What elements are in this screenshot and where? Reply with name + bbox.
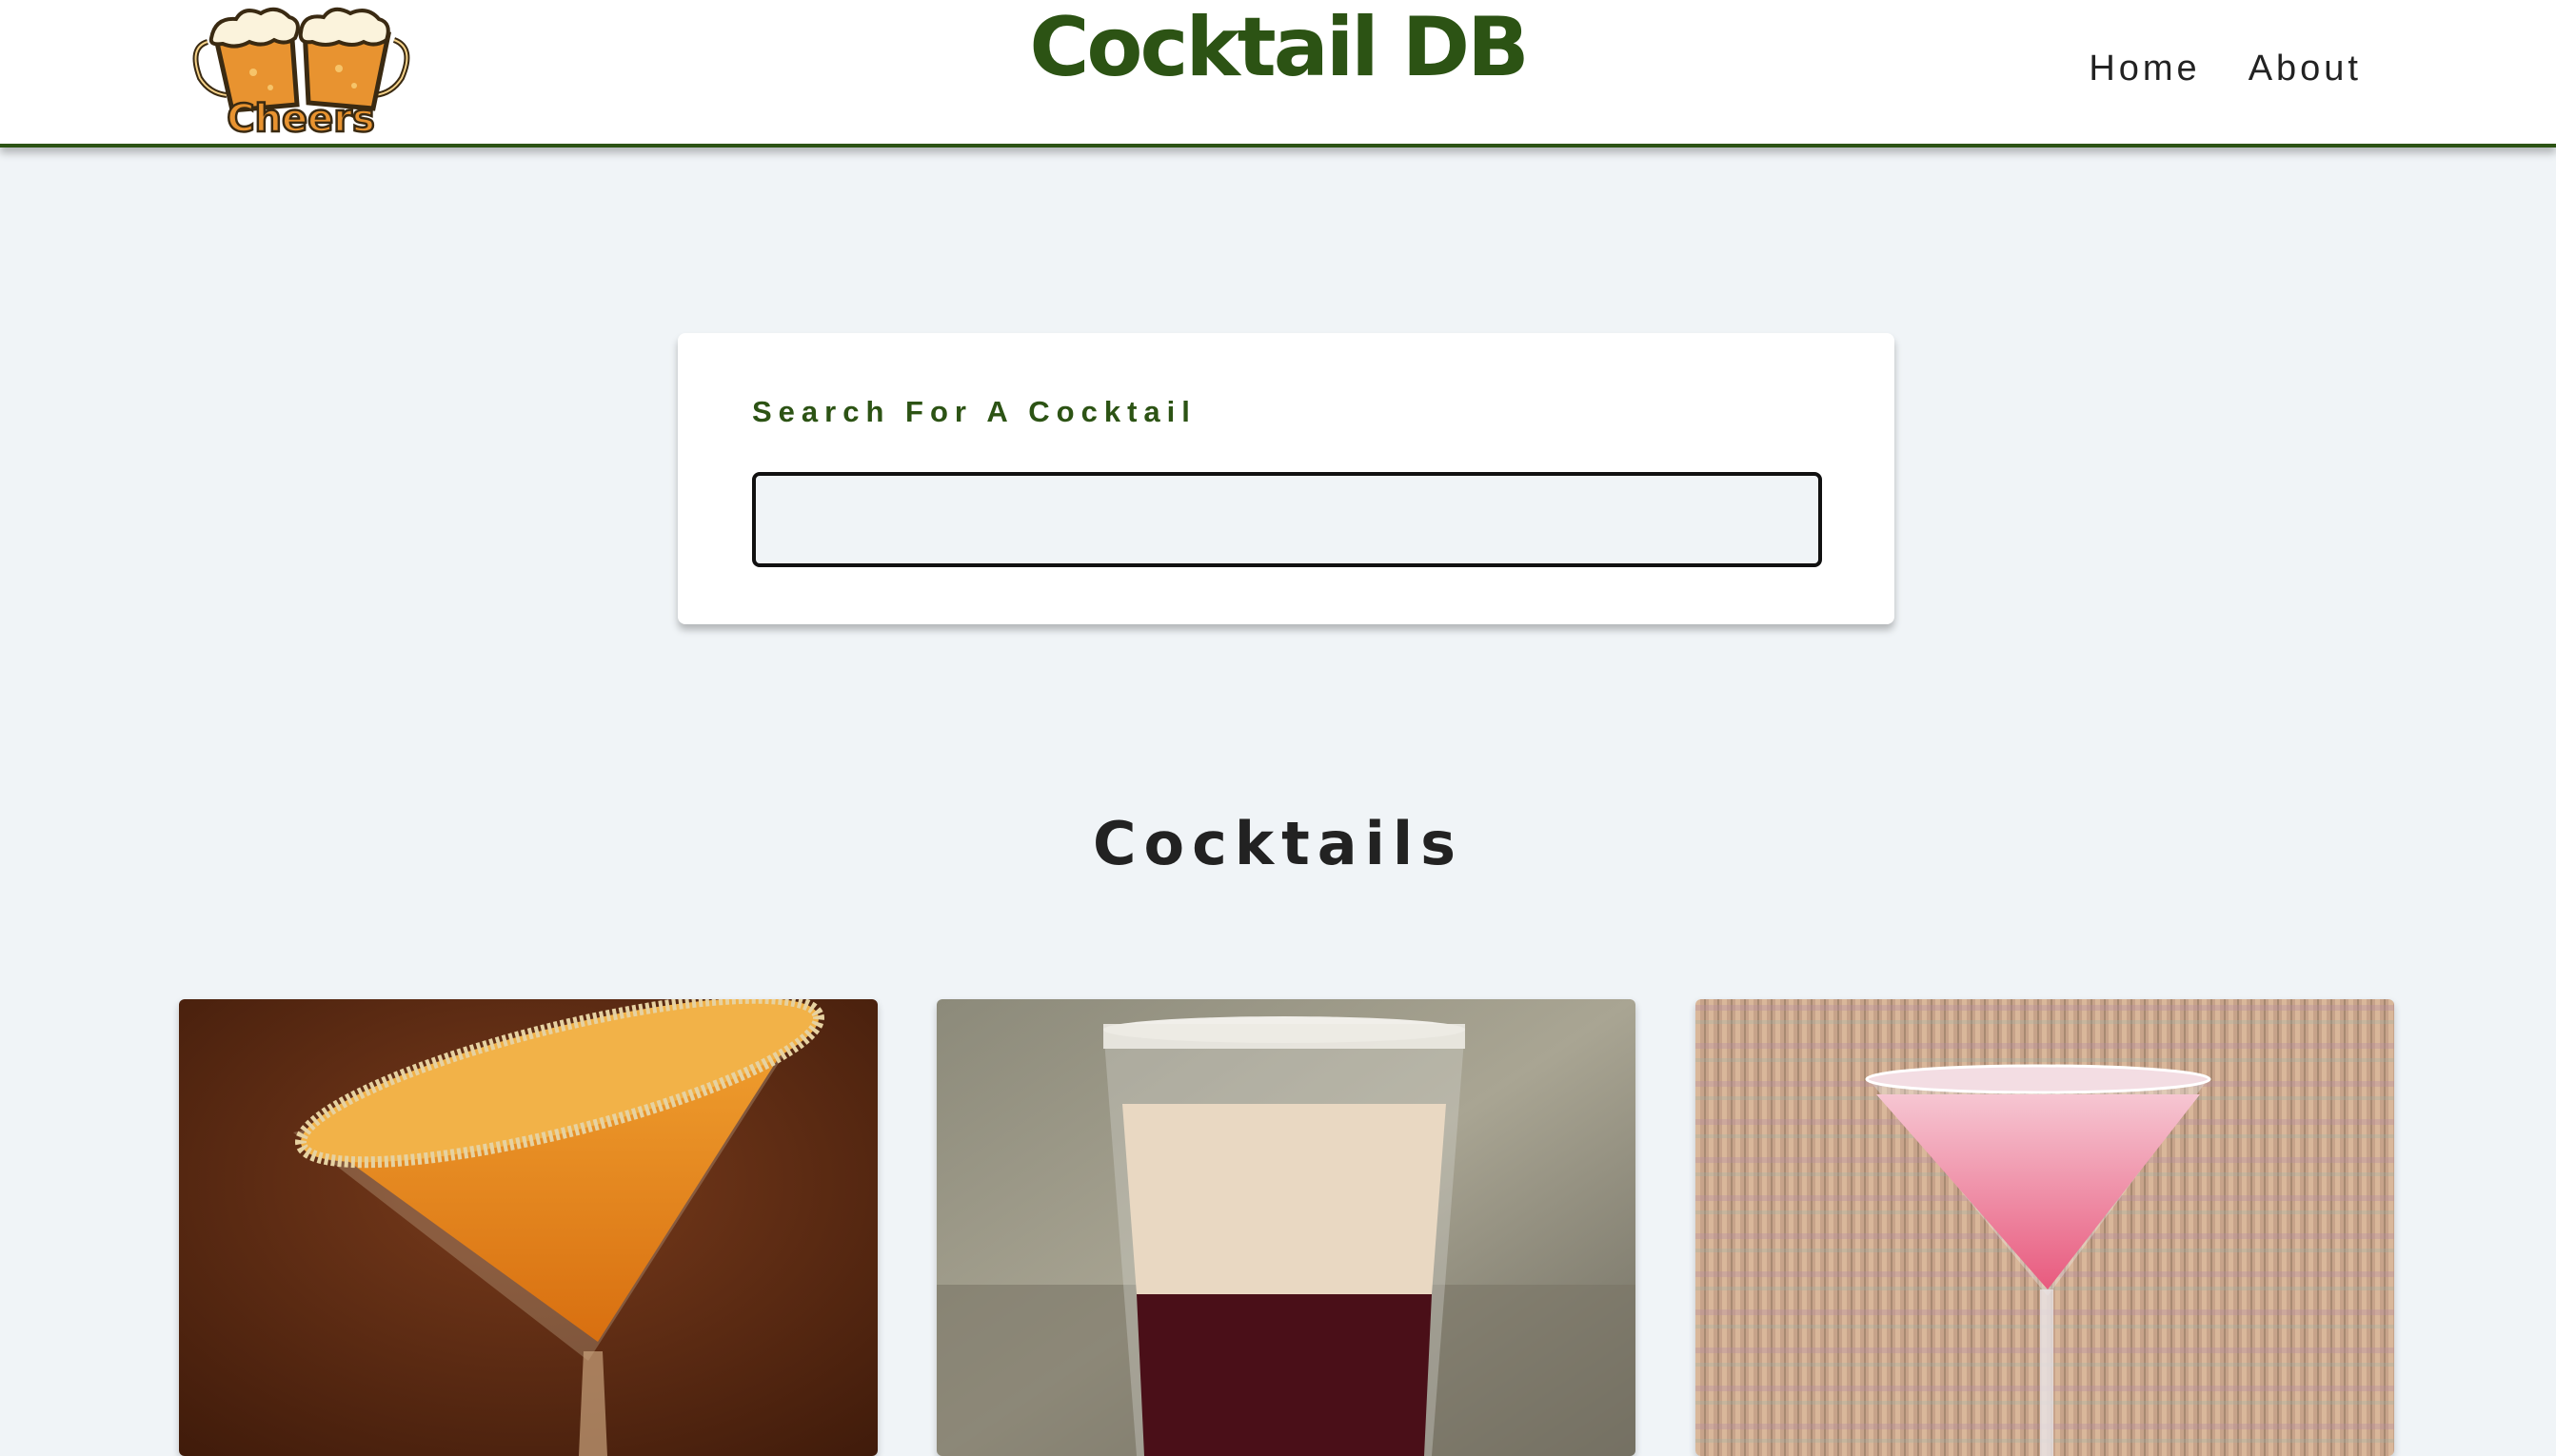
cocktail-card[interactable] [937,999,1635,1456]
nav-link-about[interactable]: About [2249,46,2362,91]
search-label: Search For A Cocktail [752,395,1197,428]
cocktail-image [937,999,1635,1456]
cocktails-heading: Cocktails [1093,809,1463,878]
main-nav: Home About [2089,46,2362,91]
search-card: Search For A Cocktail [678,333,1894,624]
logo-text: Cheers [227,97,375,137]
navbar: Cheers Cocktail DB Home About [0,0,2556,148]
cocktail-image [1695,999,2394,1456]
cocktail-image [179,999,878,1456]
cocktail-card[interactable] [179,999,878,1456]
cocktail-card[interactable] [1695,999,2394,1456]
search-input[interactable] [752,472,1822,567]
nav-link-home[interactable]: Home [2089,46,2200,91]
